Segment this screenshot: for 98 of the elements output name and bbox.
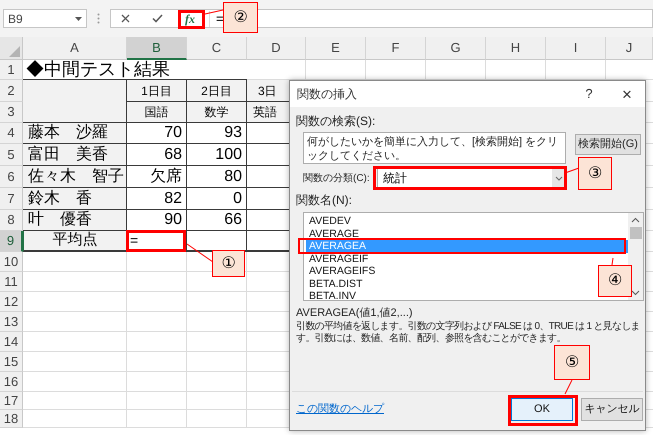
table-cell: 80 [187, 166, 247, 188]
table-cell: 富田 美香 [23, 144, 127, 166]
empty-cell [127, 332, 187, 352]
empty-cell [127, 392, 187, 410]
category-value: 統計 [383, 171, 407, 185]
row-header[interactable]: 17 [0, 392, 23, 410]
function-list-item[interactable]: AVERAGEIF [306, 252, 372, 265]
row-header[interactable]: 3 [0, 102, 23, 123]
table-cell: 82 [127, 188, 187, 210]
table-cell: 佐々木 智子 [23, 166, 127, 188]
column-header[interactable]: B [127, 37, 187, 60]
row-header[interactable]: 4 [0, 123, 23, 144]
row-header[interactable]: 8 [0, 210, 23, 231]
table-cell: 0 [187, 188, 247, 210]
function-description: 引数の平均値を返します。引数の文字列および FALSE は 0、TRUE は 1 と見なします。引数には、数値、名前、配列、参照を含むことができます。 [296, 321, 641, 345]
table-cell: 93 [187, 123, 247, 144]
scroll-thumb[interactable] [630, 227, 642, 239]
column-header[interactable]: I [546, 37, 606, 60]
row-header[interactable]: 14 [0, 332, 23, 352]
caret-icon [75, 16, 82, 20]
row-header[interactable]: 5 [0, 144, 23, 166]
help-button[interactable]: ? [579, 84, 599, 104]
insert-function-button[interactable]: fx [179, 10, 201, 26]
leader-line [612, 258, 614, 266]
empty-cell [127, 372, 187, 392]
empty-cell [127, 292, 187, 312]
leader-line [204, 10, 224, 14]
formula-text: = [216, 10, 224, 28]
table-cell: 90 [127, 210, 187, 231]
function-list-item[interactable]: AVEDEV [306, 215, 354, 228]
close-button[interactable]: × [617, 86, 637, 102]
step-number-badge: ④ [598, 265, 632, 297]
highlight-frame [178, 10, 205, 29]
row-header[interactable]: 10 [0, 252, 23, 272]
step-number-badge: ⑤ [554, 345, 590, 380]
column-heading: 数学 [187, 102, 247, 123]
empty-cell [127, 410, 187, 428]
cell-reference: B9 [8, 10, 23, 28]
row-header[interactable]: 7 [0, 188, 23, 210]
table-cell: 100 [187, 144, 247, 166]
column-heading: 2日目 [187, 80, 247, 102]
empty-cell [127, 352, 187, 372]
function-list-item[interactable]: BETA.INV [306, 290, 360, 300]
empty-cell [127, 252, 187, 272]
more-options-icon[interactable] [97, 13, 100, 24]
table-cell: 70 [127, 123, 187, 144]
step-number-badge: ① [212, 250, 245, 277]
empty-cell [127, 312, 187, 332]
row-header[interactable]: 13 [0, 312, 23, 332]
row-header[interactable]: 18 [0, 410, 23, 428]
leader-line [186, 244, 214, 262]
highlight-frame [508, 395, 578, 426]
column-heading: 1日目 [127, 80, 187, 102]
function-list-item[interactable]: AVERAGE [306, 228, 362, 240]
search-field[interactable]: 何がしたいかを簡単に入力して、[検索開始] をクリックしてください。 [303, 132, 566, 164]
search-button[interactable]: 検索開始(G) [575, 134, 641, 155]
row-header[interactable]: 15 [0, 352, 23, 372]
column-header[interactable]: D [247, 37, 306, 60]
table-cell: 鈴木 香 [23, 188, 127, 210]
category-label: 関数の分類(C): [303, 172, 371, 186]
table-cell: 平均点 [23, 231, 127, 252]
row-header[interactable]: 9 [0, 231, 23, 252]
cancel-button[interactable]: キャンセル [581, 398, 643, 420]
scroll-bar[interactable] [628, 213, 643, 300]
name-box[interactable]: B9 [3, 9, 87, 28]
row-header[interactable]: 6 [0, 166, 23, 188]
row-header[interactable]: 12 [0, 292, 23, 312]
leader-line [564, 380, 572, 394]
column-header[interactable]: H [486, 37, 546, 60]
row-header[interactable]: 1 [0, 60, 23, 80]
column-header[interactable]: J [606, 37, 653, 60]
empty-cell [127, 272, 187, 292]
step-number-badge: ② [223, 2, 258, 33]
ok-button[interactable]: OK [511, 398, 573, 420]
column-heading: 国語 [127, 102, 187, 123]
row-header[interactable]: 16 [0, 372, 23, 392]
row-header[interactable]: 11 [0, 272, 23, 292]
function-list-label: 関数名(N): [296, 193, 353, 207]
table-cell: 66 [187, 210, 247, 231]
function-syntax: AVERAGEA(値1,値2,...) [296, 306, 414, 320]
table-cell: 叶 優香 [23, 210, 127, 231]
column-header[interactable]: A [23, 37, 127, 60]
leader-line [564, 168, 580, 174]
check-icon[interactable] [152, 14, 163, 23]
column-header[interactable]: G [426, 37, 486, 60]
column-header[interactable]: F [366, 37, 426, 60]
table-cell: 欠席 [127, 166, 187, 188]
table-cell: 藤本 沙羅 [23, 123, 127, 144]
row-header[interactable]: 2 [0, 80, 23, 102]
function-list-item[interactable]: BETA.DIST [306, 278, 366, 290]
help-link[interactable]: この関数のヘルプ [296, 400, 511, 418]
table-cell: 68 [127, 144, 187, 166]
step-number-badge: ③ [578, 157, 612, 190]
column-header[interactable]: E [306, 37, 366, 60]
cancel-icon[interactable] [121, 14, 130, 23]
column-header[interactable]: C [187, 37, 247, 60]
active-cell: = [127, 231, 187, 252]
function-list-item[interactable]: AVERAGEIFS [306, 265, 378, 278]
